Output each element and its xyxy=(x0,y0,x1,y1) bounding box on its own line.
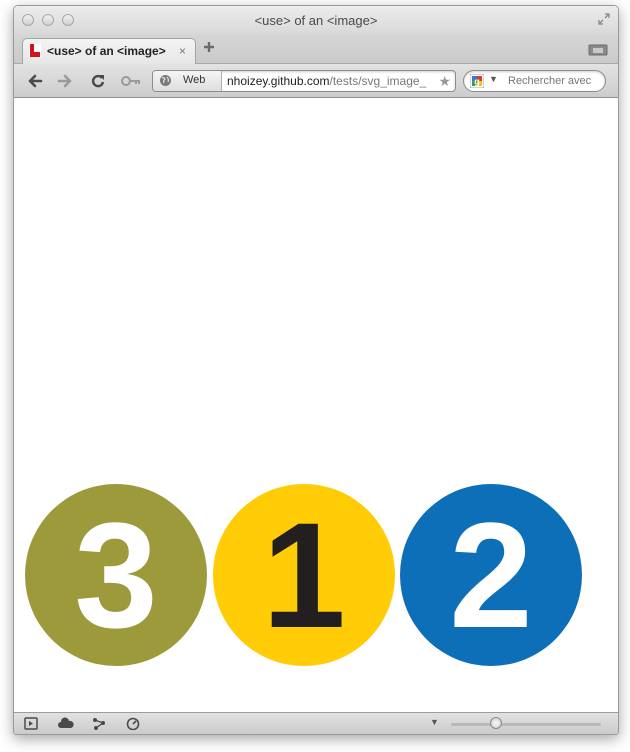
forward-arrow-icon[interactable] xyxy=(56,72,74,90)
back-arrow-icon[interactable] xyxy=(26,72,44,90)
page-content: 312 xyxy=(14,98,618,712)
url-field[interactable]: nhoizey.github.com/tests/svg_image_ xyxy=(227,74,435,88)
search-bar[interactable]: g ▼ Rechercher avec xyxy=(463,70,606,92)
navigation-toolbar: Web nhoizey.github.com/tests/svg_image_ … xyxy=(14,64,618,98)
number-circle-2: 2 xyxy=(400,484,582,666)
svg-text:g: g xyxy=(474,77,480,87)
tab-bar: <use> of an <image> × xyxy=(14,34,618,64)
number-circle-3: 3 xyxy=(25,484,207,666)
chevron-down-icon[interactable]: ▼ xyxy=(489,74,498,84)
share-icon[interactable] xyxy=(92,717,106,730)
tab-close-icon[interactable]: × xyxy=(179,44,186,58)
globe-icon xyxy=(160,75,171,86)
number-circle-1: 1 xyxy=(213,484,395,666)
circle-digit: 1 xyxy=(262,491,346,659)
panel-icon[interactable] xyxy=(24,717,38,730)
tab-title: <use> of an <image> xyxy=(47,44,166,58)
web-label: Web xyxy=(183,74,206,86)
fullscreen-icon[interactable] xyxy=(598,13,610,25)
search-input[interactable]: Rechercher avec xyxy=(508,75,591,87)
tab-stack-icon[interactable] xyxy=(588,44,608,56)
url-host: nhoizey.github.com xyxy=(227,74,330,88)
new-tab-button[interactable] xyxy=(202,40,216,54)
zoom-menu-chevron-icon[interactable]: ▼ xyxy=(430,717,439,727)
zoom-slider-handle[interactable] xyxy=(490,717,502,729)
cloud-icon[interactable] xyxy=(58,717,74,730)
circle-digit: 2 xyxy=(449,491,533,659)
bookmark-star-icon[interactable]: ★ xyxy=(438,73,451,90)
address-bar[interactable]: Web nhoizey.github.com/tests/svg_image_ … xyxy=(152,70,456,92)
url-path: /tests/svg_image_ xyxy=(329,74,427,88)
page-favicon-icon xyxy=(29,44,41,57)
speed-dial-icon[interactable] xyxy=(126,717,140,730)
window-title: <use> of an <image> xyxy=(254,13,378,28)
browser-window: <use> of an <image> <use> of an <image> … xyxy=(13,5,619,735)
zoom-slider[interactable] xyxy=(451,723,601,726)
reload-icon[interactable] xyxy=(89,72,107,90)
google-icon[interactable]: g xyxy=(470,74,484,88)
status-bar: ▼ xyxy=(14,712,618,734)
tab-active[interactable]: <use> of an <image> × xyxy=(22,38,196,64)
key-icon[interactable] xyxy=(120,72,142,90)
circle-digit: 3 xyxy=(74,491,158,659)
title-bar: <use> of an <image> xyxy=(14,6,618,34)
web-mode-button[interactable]: Web xyxy=(153,71,222,91)
